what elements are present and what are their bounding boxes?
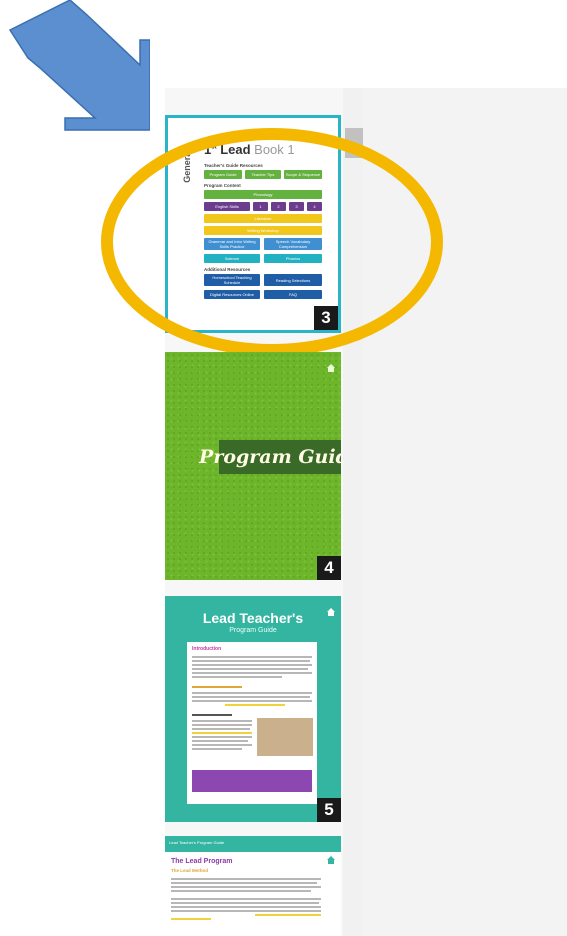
menu-button[interactable]: Phonics [264, 254, 322, 263]
svg-text:General: General [182, 149, 192, 183]
menu-button[interactable]: English Skills [204, 202, 250, 211]
vertical-menu-title: General [182, 149, 192, 183]
home-icon [327, 364, 335, 372]
highlighted-text [255, 914, 321, 916]
text-line [171, 882, 317, 884]
text-line [192, 736, 252, 738]
page-number-badge: 4 [317, 556, 341, 580]
page-thumbnail-4[interactable]: Program Guide 4 [165, 352, 341, 580]
highlighted-text [171, 918, 211, 920]
text-line [192, 724, 252, 726]
callout-box [192, 770, 312, 792]
highlighted-text [192, 732, 252, 734]
classroom-photo [257, 718, 313, 756]
text-line [171, 886, 321, 888]
menu-button[interactable]: Reading Selections [264, 274, 322, 286]
menu-button[interactable]: Speech Vocabulary Comprehension [264, 238, 322, 250]
page-title: Lead Teacher's [202, 610, 304, 626]
menu-button[interactable]: Phonology [204, 190, 322, 199]
menu-button[interactable]: 1 [253, 202, 268, 211]
section-heading: Introduction [192, 646, 222, 652]
text-line [192, 714, 232, 716]
menu-button[interactable]: 2 [271, 202, 286, 211]
text-line [192, 740, 248, 742]
program-guide-title: Program Guide [199, 440, 341, 474]
menu-button[interactable]: Grammar and Intro Writing Skills Practic… [204, 238, 260, 250]
menu-button[interactable]: 4 [307, 202, 322, 211]
page-title: 1st Lead Book 1 [204, 142, 295, 157]
page-header-text: Lead Teacher's Program Guide [169, 840, 225, 845]
menu-button[interactable]: Digital Resources Online [204, 290, 260, 299]
menu-button[interactable]: FAQ [264, 290, 322, 299]
menu-button[interactable]: Scope & Sequence [284, 170, 322, 179]
menu-button[interactable]: 3 [289, 202, 304, 211]
page-number-badge: 5 [317, 798, 341, 822]
text-line [192, 686, 242, 688]
page-title: The Lead Program [171, 858, 233, 865]
text-line [192, 656, 312, 658]
page-subtitle: Program Guide [229, 627, 277, 634]
section-label: Teacher's Guide Resources [204, 163, 263, 168]
menu-button[interactable]: Science [204, 254, 260, 263]
text-line [171, 898, 321, 900]
text-line [192, 748, 242, 750]
page-number-badge: 3 [314, 306, 338, 330]
pointer-arrow-icon [8, 0, 150, 131]
text-line [192, 696, 310, 698]
page-thumbnail-5[interactable]: Lead Teacher's Program Guide Introductio… [165, 596, 341, 822]
menu-button[interactable]: Program Guide [204, 170, 242, 179]
text-line [192, 720, 252, 722]
home-icon [327, 856, 335, 864]
scrollbar-thumb[interactable] [345, 128, 363, 158]
text-line [171, 910, 321, 912]
menu-button[interactable]: Teacher Tips [245, 170, 281, 179]
text-line [192, 664, 312, 666]
highlighted-text [225, 704, 285, 706]
menu-button[interactable]: Writing Workshop [204, 226, 322, 235]
text-line [171, 902, 319, 904]
page-thumbnail-6[interactable]: Lead Teacher's Program Guide The Lead Pr… [165, 836, 341, 936]
text-line [192, 668, 308, 670]
text-line [192, 728, 250, 730]
text-line [171, 906, 321, 908]
menu-button[interactable]: Literature [204, 214, 322, 223]
text-line [192, 700, 312, 702]
thumbnail-scrollbar[interactable] [343, 88, 363, 936]
page-subtitle: The Lead Method [171, 868, 208, 873]
text-line [192, 660, 310, 662]
text-line [192, 672, 312, 674]
text-line [171, 878, 321, 880]
text-line [192, 676, 282, 678]
section-label: Additional Resources [204, 267, 251, 272]
page-thumbnail-3[interactable]: General 1st Lead Book 1 Teacher's Guide … [165, 115, 341, 333]
text-line [192, 692, 312, 694]
text-line [171, 890, 311, 892]
menu-button[interactable]: Homeschool Teaching Schedule [204, 274, 260, 286]
section-label: Program Content [204, 183, 241, 188]
text-line [192, 744, 252, 746]
